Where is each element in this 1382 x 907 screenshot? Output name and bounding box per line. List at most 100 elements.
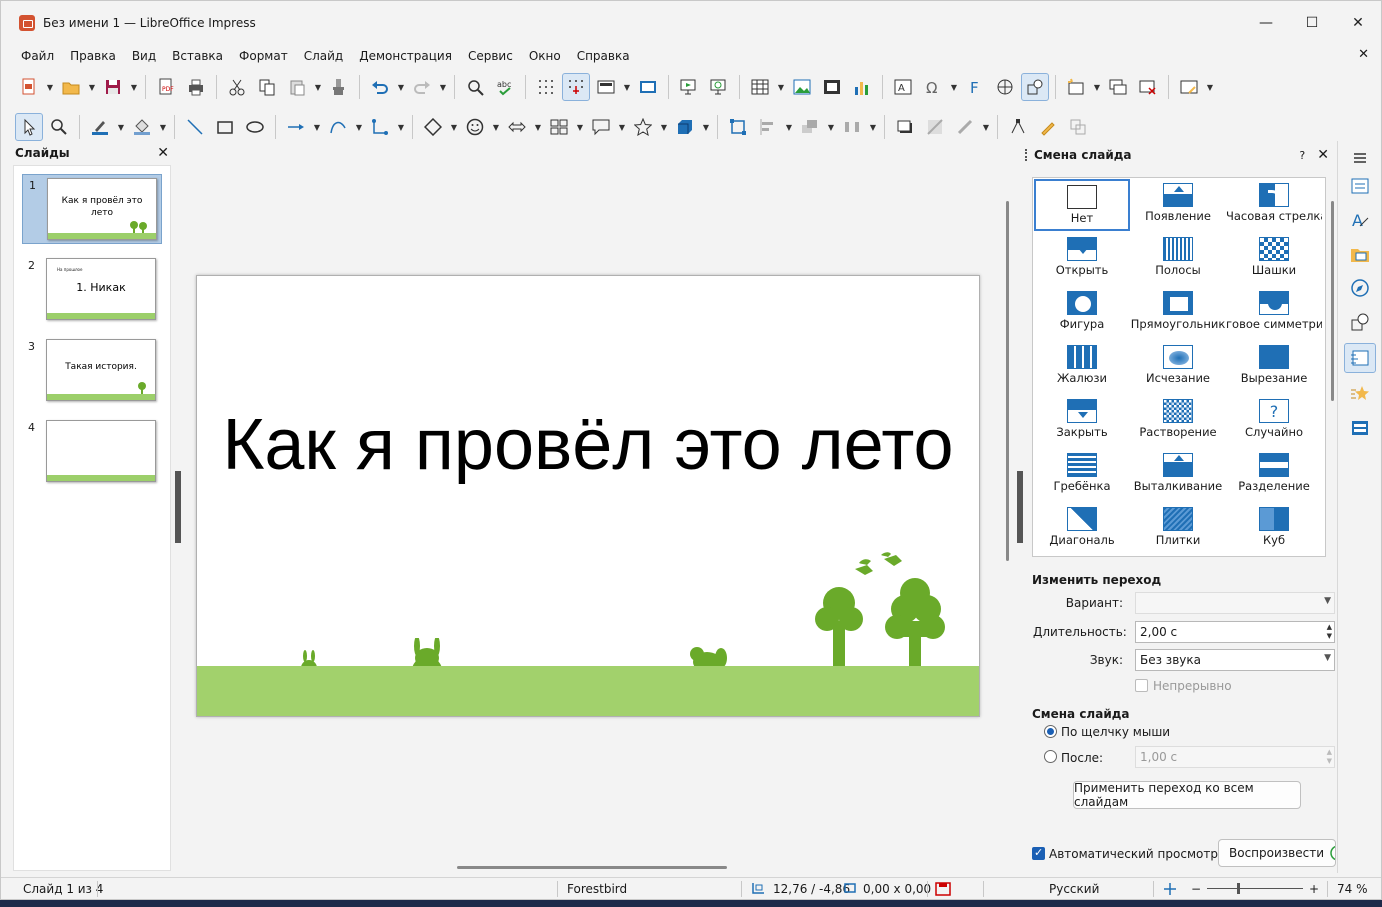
start-first-slide-icon[interactable] bbox=[675, 73, 703, 101]
sidebar-menu-icon[interactable] bbox=[1344, 143, 1376, 173]
copy-icon[interactable] bbox=[253, 73, 281, 101]
close-document-icon[interactable]: ✕ bbox=[1358, 47, 1369, 62]
slide-thumbnail-1[interactable]: 1 Как я провёл это лето bbox=[22, 174, 162, 244]
transition-cube[interactable]: Куб bbox=[1226, 503, 1322, 555]
after-time-spinbox[interactable]: 1,00 с ▲ ▼ bbox=[1135, 746, 1335, 768]
sound-select[interactable]: Без звука ▼ bbox=[1135, 649, 1335, 671]
close-window-button[interactable]: ✕ bbox=[1335, 1, 1381, 45]
align-objects-icon[interactable] bbox=[754, 113, 782, 141]
textbox-icon[interactable]: A bbox=[889, 73, 917, 101]
new-dropdown-icon[interactable]: ▼ bbox=[45, 73, 55, 101]
document-modified-icon[interactable] bbox=[935, 882, 951, 899]
horizontal-scrollbar[interactable] bbox=[457, 866, 727, 869]
callout-icon[interactable] bbox=[587, 113, 615, 141]
distribute-icon[interactable] bbox=[838, 113, 866, 141]
slides-pane-close-icon[interactable]: ✕ bbox=[157, 145, 169, 161]
variant-select[interactable]: ▼ bbox=[1135, 592, 1335, 614]
undo-icon[interactable] bbox=[366, 73, 394, 101]
fit-slide-icon[interactable] bbox=[1163, 882, 1177, 899]
curve-dropdown-icon[interactable]: ▼ bbox=[354, 113, 364, 141]
language-status[interactable]: Русский bbox=[1049, 882, 1099, 896]
menu-window[interactable]: Окно bbox=[521, 49, 569, 63]
properties-dropdown-icon[interactable]: ▼ bbox=[1205, 73, 1215, 101]
menu-view[interactable]: Вид bbox=[124, 49, 164, 63]
open-dropdown-icon[interactable]: ▼ bbox=[87, 73, 97, 101]
glue-points-icon[interactable] bbox=[1034, 113, 1062, 141]
transition-cover[interactable]: Закрыть bbox=[1034, 395, 1130, 447]
menu-help[interactable]: Справка bbox=[569, 49, 638, 63]
zoom-in-icon[interactable]: + bbox=[1309, 882, 1319, 896]
menu-edit[interactable]: Правка bbox=[62, 49, 124, 63]
smiley-icon[interactable] bbox=[461, 113, 489, 141]
print-icon[interactable] bbox=[182, 73, 210, 101]
after-radio[interactable] bbox=[1044, 750, 1057, 763]
gallery-scrollbar[interactable] bbox=[1331, 201, 1334, 401]
navigator-deck-icon[interactable] bbox=[1344, 273, 1376, 303]
image-icon[interactable] bbox=[788, 73, 816, 101]
start-current-slide-icon[interactable] bbox=[705, 73, 733, 101]
shapes-icon[interactable] bbox=[1021, 73, 1049, 101]
menu-file[interactable]: Файл bbox=[13, 49, 62, 63]
slide-transition-deck-icon[interactable] bbox=[1344, 343, 1376, 373]
on-click-radio[interactable] bbox=[1044, 725, 1057, 738]
menu-slideshow[interactable]: Демонстрация bbox=[351, 49, 460, 63]
master-slide-icon[interactable] bbox=[634, 73, 662, 101]
line-icon[interactable] bbox=[181, 113, 209, 141]
loop-checkbox[interactable] bbox=[1135, 679, 1148, 692]
transition-comb[interactable]: Гребёнка bbox=[1034, 449, 1130, 501]
transition-diagonal[interactable]: Диагональ bbox=[1034, 503, 1130, 555]
transition-checkers[interactable]: Шашки bbox=[1226, 233, 1322, 285]
slide-layout-icon[interactable] bbox=[592, 73, 620, 101]
filter-dropdown-icon[interactable]: ▼ bbox=[981, 113, 991, 141]
media-icon[interactable] bbox=[818, 73, 846, 101]
fill-color-icon[interactable] bbox=[128, 113, 156, 141]
export-pdf-icon[interactable]: PDF bbox=[152, 73, 180, 101]
crop-icon[interactable] bbox=[921, 113, 949, 141]
transition-box[interactable]: Прямоугольник bbox=[1130, 287, 1226, 339]
save-dropdown-icon[interactable]: ▼ bbox=[129, 73, 139, 101]
duplicate-slide-icon[interactable] bbox=[1104, 73, 1132, 101]
zoom-slider[interactable] bbox=[1207, 888, 1303, 889]
transition-wipe[interactable]: Появление bbox=[1130, 179, 1226, 231]
save-icon[interactable] bbox=[99, 73, 127, 101]
hyperlink-icon[interactable] bbox=[991, 73, 1019, 101]
zoom-slider-thumb[interactable] bbox=[1237, 883, 1240, 894]
display-grid-icon[interactable] bbox=[532, 73, 560, 101]
transition-uncover[interactable]: Открыть bbox=[1034, 233, 1130, 285]
delete-slide-icon[interactable] bbox=[1134, 73, 1162, 101]
transition-dissolve[interactable]: Растворение bbox=[1130, 395, 1226, 447]
points-icon[interactable] bbox=[1004, 113, 1032, 141]
arrange-icon[interactable] bbox=[796, 113, 824, 141]
paste-icon[interactable] bbox=[283, 73, 311, 101]
transition-clockwise[interactable]: Часовая стрелка bbox=[1226, 179, 1322, 231]
transition-push[interactable]: Выталкивание bbox=[1130, 449, 1226, 501]
filter-icon[interactable] bbox=[951, 113, 979, 141]
stars-dropdown-icon[interactable]: ▼ bbox=[659, 113, 669, 141]
shadow-icon[interactable] bbox=[891, 113, 919, 141]
3d-dropdown-icon[interactable]: ▼ bbox=[701, 113, 711, 141]
special-char-dropdown-icon[interactable]: ▼ bbox=[949, 73, 959, 101]
line-color-icon[interactable] bbox=[86, 113, 114, 141]
select-arrow-icon[interactable] bbox=[15, 113, 43, 141]
slide-thumbnail-4[interactable]: 4 bbox=[22, 417, 162, 487]
star-icon[interactable] bbox=[629, 113, 657, 141]
open-icon[interactable] bbox=[57, 73, 85, 101]
menu-insert[interactable]: Вставка bbox=[164, 49, 231, 63]
new-slide-dropdown-icon[interactable]: ▼ bbox=[1092, 73, 1102, 101]
connector-icon[interactable] bbox=[366, 113, 394, 141]
properties-deck-icon[interactable] bbox=[1344, 171, 1376, 201]
gallery-deck-icon[interactable] bbox=[1344, 239, 1376, 269]
arrange-dropdown-icon[interactable]: ▼ bbox=[826, 113, 836, 141]
slide-properties-icon[interactable] bbox=[1175, 73, 1203, 101]
basic-shapes-dropdown-icon[interactable]: ▼ bbox=[449, 113, 459, 141]
arrow-line-icon[interactable] bbox=[282, 113, 310, 141]
spelling-icon[interactable]: abc bbox=[491, 73, 519, 101]
slide-canvas[interactable]: Как я провёл это лето bbox=[196, 275, 980, 717]
apply-to-all-button[interactable]: Применить переход ко всем слайдам bbox=[1073, 781, 1301, 809]
menu-slide[interactable]: Слайд bbox=[296, 49, 352, 63]
transition-fade[interactable]: Исчезание bbox=[1130, 341, 1226, 393]
rectangle-icon[interactable] bbox=[211, 113, 239, 141]
layout-dropdown-icon[interactable]: ▼ bbox=[622, 73, 632, 101]
connector-dropdown-icon[interactable]: ▼ bbox=[396, 113, 406, 141]
align-dropdown-icon[interactable]: ▼ bbox=[784, 113, 794, 141]
